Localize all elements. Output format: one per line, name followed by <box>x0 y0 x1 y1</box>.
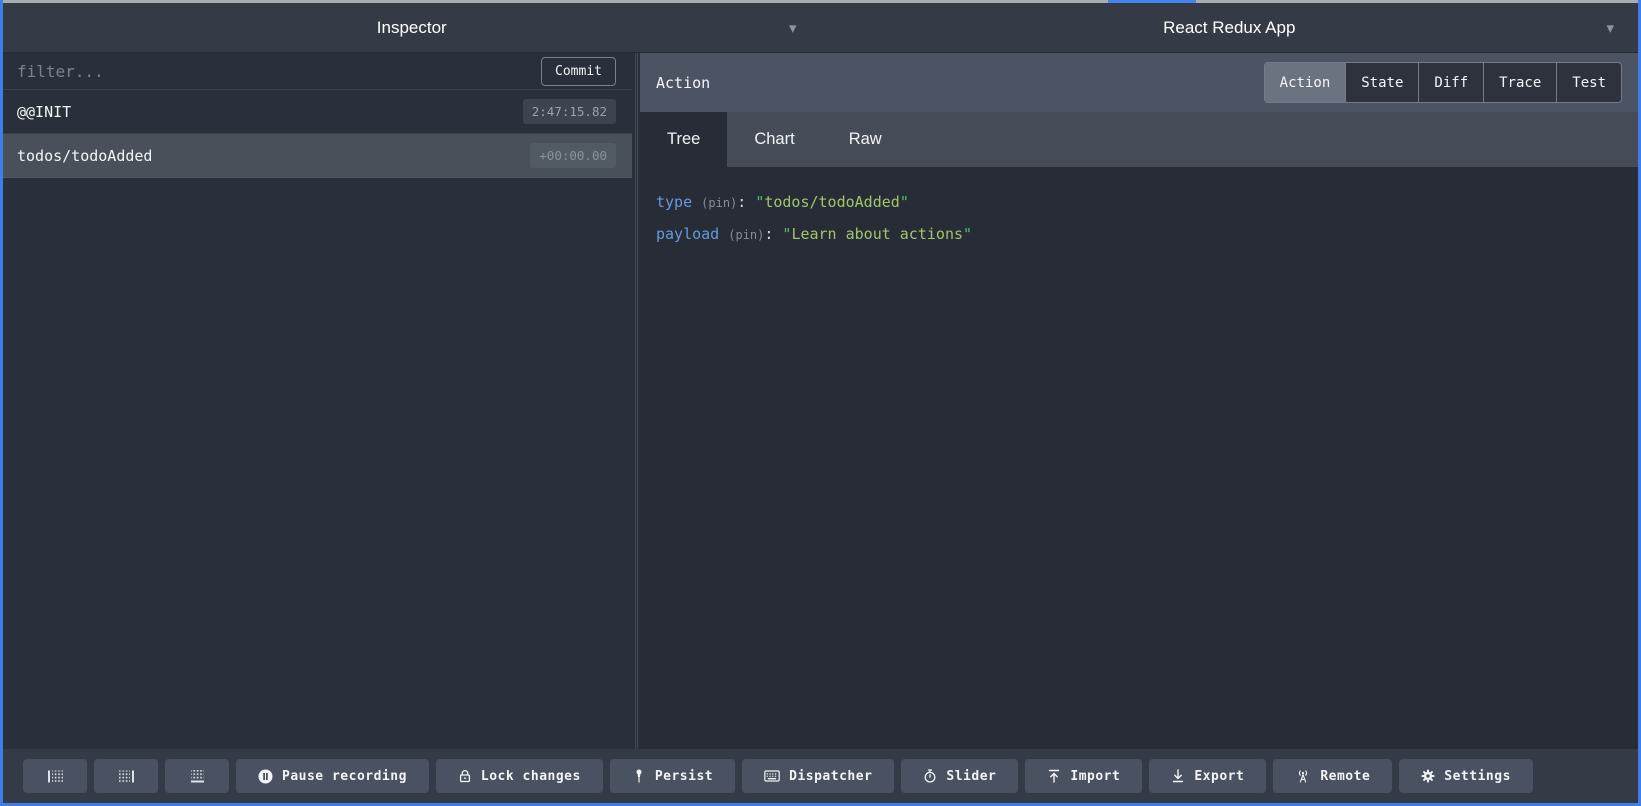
json-tree: type (pin):"todos/todoAdded" payload (pi… <box>640 167 1638 749</box>
pane-left-icon <box>48 770 63 783</box>
settings-button[interactable]: Settings <box>1399 759 1533 793</box>
chevron-down-icon[interactable]: ▾ <box>1606 19 1614 37</box>
pin-link[interactable]: (pin) <box>701 196 737 210</box>
redux-devtools-window: Inspector ▾ React Redux App ▾ Commit @@I… <box>0 0 1641 806</box>
resize-grip <box>635 53 638 749</box>
tree-key[interactable]: type <box>656 193 692 211</box>
stopwatch-icon <box>923 769 937 783</box>
tree-row-payload: payload (pin):"Learn about actions" <box>656 219 1622 251</box>
lock-icon <box>458 769 472 783</box>
pause-recording-button[interactable]: Pause recording <box>236 759 429 793</box>
pane-position-right-button[interactable] <box>94 759 158 793</box>
action-list-panel: Commit @@INIT 2:47:15.82 todos/todoAdded… <box>3 53 632 749</box>
import-button[interactable]: Import <box>1025 759 1142 793</box>
main-area: Commit @@INIT 2:47:15.82 todos/todoAdded… <box>3 53 1638 749</box>
colon: : <box>737 193 746 211</box>
button-label: Import <box>1070 769 1120 784</box>
subtab-chart[interactable]: Chart <box>727 112 821 167</box>
subtab-tree[interactable]: Tree <box>640 112 727 167</box>
action-list-item-todo-added[interactable]: todos/todoAdded +00:00.00 <box>3 134 632 178</box>
tab-action[interactable]: Action <box>1265 63 1347 102</box>
pin-link[interactable]: (pin) <box>728 228 764 242</box>
monitor-title: Inspector <box>377 18 447 38</box>
filter-row: Commit <box>3 53 632 90</box>
import-icon <box>1047 769 1061 783</box>
action-timestamp-badge: 2:47:15.82 <box>523 99 616 124</box>
bottom-toolbar: Pause recording Lock changes Persist Dis… <box>3 749 1638 803</box>
pane-position-bottom-button[interactable] <box>165 759 229 793</box>
chevron-down-icon[interactable]: ▾ <box>789 19 797 37</box>
button-label: Dispatcher <box>789 769 872 784</box>
detail-header-title: Action <box>656 74 710 92</box>
detail-panel: Action Action State Diff Trace Test Tree… <box>640 53 1638 749</box>
instance-title: React Redux App <box>1163 18 1295 38</box>
export-icon <box>1171 769 1185 783</box>
button-label: Export <box>1194 769 1244 784</box>
pause-icon <box>258 769 273 784</box>
button-label: Persist <box>655 769 713 784</box>
tree-row-type: type (pin): "todos/todoAdded" <box>656 187 1622 219</box>
pin-icon <box>632 769 646 783</box>
remote-button[interactable]: Remote <box>1273 759 1392 793</box>
button-label: Settings <box>1444 769 1511 784</box>
detail-header: Action Action State Diff Trace Test <box>640 53 1638 112</box>
pane-bottom-icon <box>190 770 205 783</box>
persist-button[interactable]: Persist <box>610 759 735 793</box>
colon: : <box>764 225 773 243</box>
action-name: @@INIT <box>17 103 71 121</box>
keyboard-icon <box>764 770 780 782</box>
commit-button[interactable]: Commit <box>541 57 616 86</box>
monitor-select[interactable]: Inspector ▾ <box>3 3 821 52</box>
pane-right-icon <box>119 770 134 783</box>
view-subtabs: Tree Chart Raw <box>640 112 1638 167</box>
close-quote: " <box>900 193 909 211</box>
gear-icon <box>1421 769 1435 783</box>
export-button[interactable]: Export <box>1149 759 1266 793</box>
tree-value: todos/todoAdded <box>764 193 899 211</box>
tab-trace[interactable]: Trace <box>1484 63 1557 102</box>
close-quote: " <box>963 225 972 243</box>
action-list-item-init[interactable]: @@INIT 2:47:15.82 <box>3 90 632 134</box>
subtab-raw[interactable]: Raw <box>822 112 909 167</box>
detail-tab-group: Action State Diff Trace Test <box>1264 62 1622 103</box>
button-label: Slider <box>946 769 996 784</box>
button-label: Remote <box>1320 769 1370 784</box>
tab-diff[interactable]: Diff <box>1419 63 1484 102</box>
pane-position-left-button[interactable] <box>23 759 87 793</box>
header-bar: Inspector ▾ React Redux App ▾ <box>3 3 1638 53</box>
button-label: Pause recording <box>282 769 407 784</box>
action-name: todos/todoAdded <box>17 147 152 165</box>
lock-changes-button[interactable]: Lock changes <box>436 759 603 793</box>
tab-state[interactable]: State <box>1346 63 1419 102</box>
open-quote: " <box>755 193 764 211</box>
button-label: Lock changes <box>481 769 581 784</box>
dispatcher-button[interactable]: Dispatcher <box>742 759 894 793</box>
instance-select[interactable]: React Redux App ▾ <box>821 3 1639 52</box>
tree-key[interactable]: payload <box>656 225 719 243</box>
panel-resize-handle[interactable] <box>632 53 640 749</box>
filter-input[interactable] <box>17 62 541 81</box>
action-timestamp-badge: +00:00.00 <box>530 143 616 168</box>
tab-test[interactable]: Test <box>1557 63 1621 102</box>
tree-value: Learn about actions <box>791 225 963 243</box>
antenna-icon <box>1295 769 1311 783</box>
slider-button[interactable]: Slider <box>901 759 1018 793</box>
